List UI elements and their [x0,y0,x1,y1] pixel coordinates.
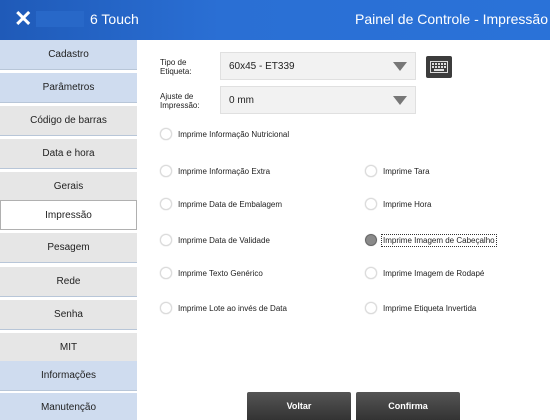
sidebar-item-rede[interactable]: Rede [0,267,137,297]
option-packaging-date[interactable]: Imprime Data de Embalagem [160,196,282,212]
label-type-label: Tipo de Etiqueta: [160,58,192,76]
panel-title: Painel de Controle - Impressão [355,11,548,27]
option-label: Imprime Tara [383,166,430,176]
sidebar-item-label: Pesagem [47,242,90,253]
keyboard-icon [430,61,448,73]
sidebar-item-mit[interactable]: MIT [0,333,137,363]
radio-button[interactable] [365,234,377,246]
option-label: Imprime Informação Extra [178,166,271,176]
option-label: Imprime Etiqueta Invertida [383,303,477,313]
sidebar-item-label: Cadastro [48,49,89,60]
option-label: Imprime Hora [383,199,432,209]
logo [36,11,84,27]
option-label: Imprime Lote ao invés de Data [178,303,287,313]
option-inverted-label[interactable]: Imprime Etiqueta Invertida [365,300,476,316]
radio-button[interactable] [365,165,377,177]
radio-button[interactable] [160,165,172,177]
sidebar-item-data-e-hora[interactable]: Data e hora [0,139,137,169]
radio-button[interactable] [160,128,172,140]
sidebar-item-label: Manutenção [40,402,97,413]
option-batch-instead-of-date[interactable]: Imprime Lote ao invés de Data [160,300,287,316]
option-label: Imprime Texto Genérico [178,268,263,278]
main-panel: Tipo de Etiqueta: 60x45 - ET339 Ajuste d… [137,40,550,420]
print-adjust-select[interactable]: 0 mm [220,86,416,114]
radio-button[interactable] [160,267,172,279]
radio-button[interactable] [365,198,377,210]
sidebar-item-label: MIT [59,342,78,353]
option-nutritional-info[interactable]: Imprime Informação Nutricional [160,126,289,142]
sidebar-item-label: Código de barras [30,115,107,126]
close-icon[interactable]: ✕ [14,8,32,30]
sidebar-item-label: Informações [40,370,97,381]
radio-button[interactable] [160,234,172,246]
label-type-value: 60x45 - ET339 [229,61,295,72]
option-label: Imprime Imagem de Rodapé [383,268,485,278]
sidebar-item-manutencao[interactable]: Manutenção [0,393,137,420]
sidebar-item-label: Senha [54,309,83,320]
keyboard-button[interactable] [426,56,452,78]
sidebar-item-label: Data e hora [42,148,95,159]
option-label: Imprime Data de Validade [178,235,270,245]
sidebar-item-label: Gerais [53,181,84,192]
chevron-down-icon [393,62,407,71]
radio-button[interactable] [365,302,377,314]
sidebar-item-label: Rede [56,276,81,287]
sidebar-item-senha[interactable]: Senha [0,300,137,330]
chevron-down-icon [393,96,407,105]
option-label: Imprime Data de Embalagem [178,199,283,209]
title-bar: ✕ 6 Touch Painel de Controle - Impressão [0,0,550,40]
sidebar-item-gerais[interactable]: Gerais [0,172,137,202]
option-tara[interactable]: Imprime Tara [365,163,430,179]
app-name: 6 Touch [90,11,139,27]
print-adjust-value: 0 mm [229,95,254,106]
option-label: Imprime Imagem de Cabeçalho [381,233,497,247]
back-button[interactable]: Voltar [247,392,351,420]
option-label: Imprime Informação Nutricional [178,129,290,139]
sidebar-item-informacoes[interactable]: Informações [0,361,137,391]
sidebar-item-impressao[interactable]: Impressão [0,200,137,230]
radio-button[interactable] [365,267,377,279]
radio-button[interactable] [160,198,172,210]
option-expiry-date[interactable]: Imprime Data de Validade [160,232,270,248]
print-adjust-label: Ajuste de Impressão: [160,92,200,110]
sidebar-item-label: Parâmetros [42,82,95,93]
option-footer-image[interactable]: Imprime Imagem de Rodapé [365,265,484,281]
option-hour[interactable]: Imprime Hora [365,196,431,212]
option-generic-text[interactable]: Imprime Texto Genérico [160,265,263,281]
sidebar-item-parametros[interactable]: Parâmetros [0,73,137,103]
label-type-select[interactable]: 60x45 - ET339 [220,52,416,80]
sidebar: Cadastro Parâmetros Código de barras Dat… [0,40,137,420]
sidebar-item-pesagem[interactable]: Pesagem [0,233,137,263]
option-header-image[interactable]: Imprime Imagem de Cabeçalho [365,232,497,248]
radio-button[interactable] [160,302,172,314]
sidebar-item-label: Impressão [45,209,92,221]
sidebar-item-cadastro[interactable]: Cadastro [0,40,137,70]
confirm-button[interactable]: Confirma [356,392,460,420]
sidebar-item-codigo-de-barras[interactable]: Código de barras [0,106,137,136]
option-extra-info[interactable]: Imprime Informação Extra [160,163,270,179]
